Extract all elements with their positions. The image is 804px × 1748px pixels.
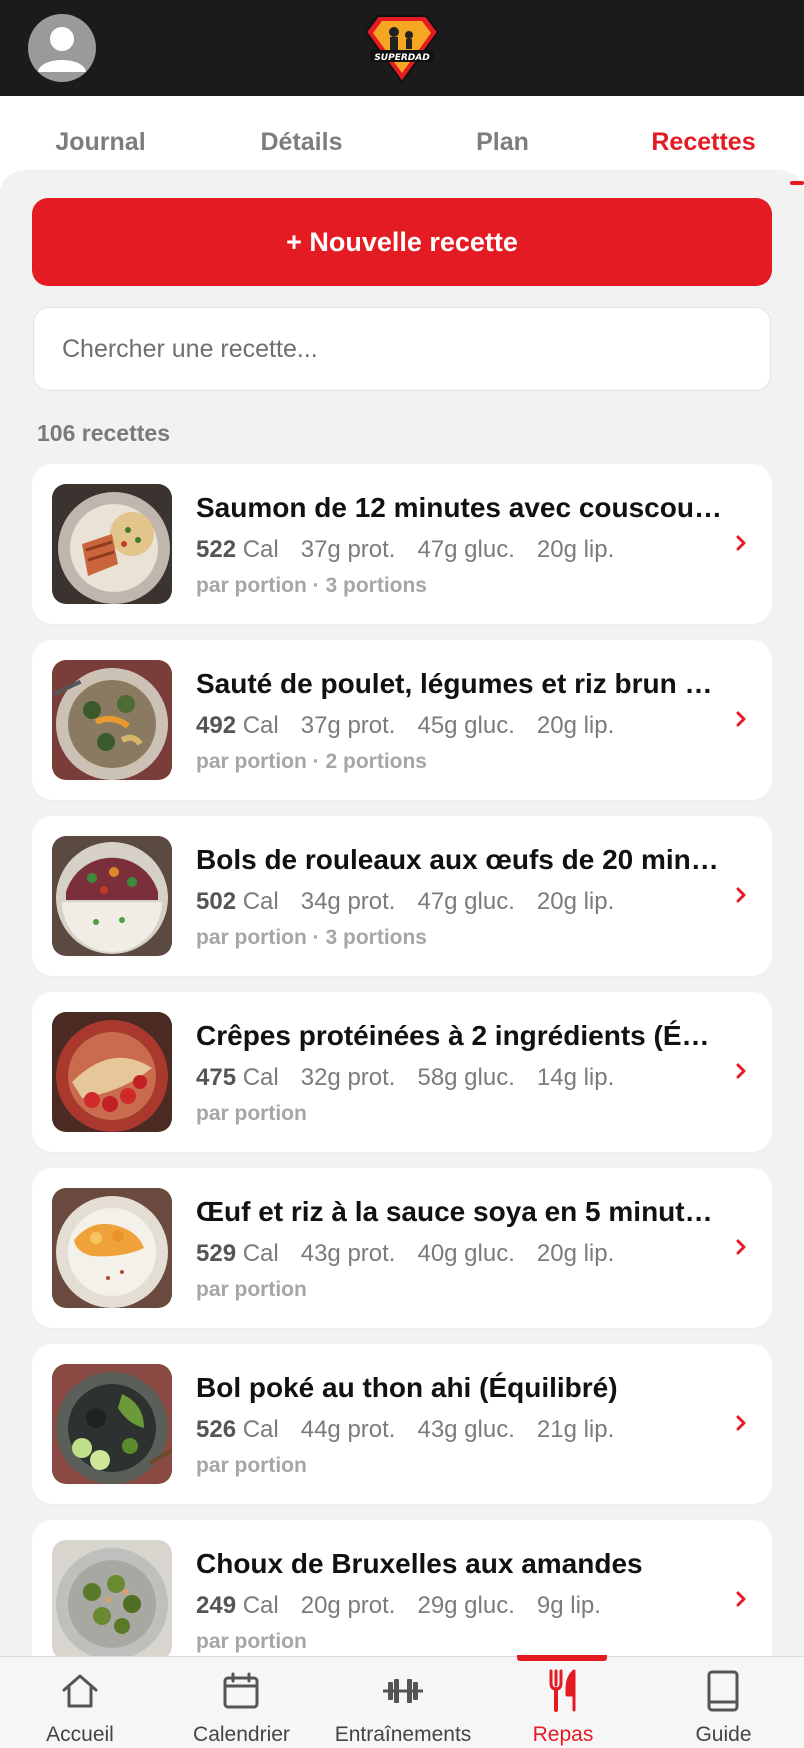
book-icon [707, 1670, 739, 1712]
user-icon [38, 27, 86, 72]
recipe-title: Crêpes protéinées à 2 ingrédients (Équil… [196, 1020, 726, 1051]
chevron-right-icon [736, 1591, 746, 1607]
recipe-card[interactable]: Choux de Bruxelles aux amandes 249 Cal 20… [32, 1520, 772, 1656]
nav-label: Calendrier [193, 1723, 290, 1746]
bottom-nav: Accueil Calendrier Entraînements Repas G… [0, 1656, 804, 1748]
recipe-card[interactable]: Bols de rouleaux aux œufs de 20 minutes … [32, 816, 772, 976]
recipe-portion: par portion [196, 1102, 307, 1125]
nav-label: Entraînements [334, 1723, 472, 1746]
recipe-macros: 492 Cal 37g prot. 45g gluc. 20g lip. [196, 712, 615, 739]
recipe-card[interactable]: Crêpes protéinées à 2 ingrédients (Équil… [32, 992, 772, 1152]
svg-text:SUPERDAD: SUPERDAD [374, 53, 430, 63]
recipe-thumbnail-poke-bowl [52, 1364, 172, 1484]
recipe-thumbnail-chicken-stirfry [52, 660, 172, 780]
nav-entrainements[interactable]: Entraînements [323, 1657, 483, 1748]
recipes-panel: + Nouvelle recette 106 recettes Saumon d… [0, 170, 804, 1656]
chevron-right-icon [736, 711, 746, 727]
top-bar: SUPERDAD [0, 0, 804, 96]
chevron-right-icon [736, 887, 746, 903]
recipe-thumbnail-brussels-sprouts [52, 1540, 172, 1656]
recipe-card[interactable]: Saumon de 12 minutes avec couscous à la … [32, 464, 772, 624]
home-icon [62, 1674, 98, 1708]
recipe-thumbnail-egg-rice [52, 1188, 172, 1308]
recipe-macros: 529 Cal 43g prot. 40g gluc. 20g lip. [196, 1240, 615, 1267]
nav-guide[interactable]: Guide [643, 1657, 804, 1748]
new-recipe-button[interactable]: + Nouvelle recette [32, 198, 772, 286]
recipe-macros: 502 Cal 34g prot. 47g gluc. 20g lip. [196, 888, 615, 915]
active-nav-indicator [517, 1655, 607, 1661]
superdad-logo-icon: SUPERDAD [364, 15, 440, 84]
recipe-macros: 526 Cal 44g prot. 43g gluc. 21g lip. [196, 1416, 615, 1443]
recipe-macros: 522 Cal 37g prot. 47g gluc. 20g lip. [196, 536, 615, 563]
avatar[interactable] [28, 14, 96, 82]
chevron-right-icon [736, 1239, 746, 1255]
dumbbell-icon [383, 1679, 423, 1703]
recipe-title: Sauté de poulet, légumes et riz brun en … [196, 668, 726, 699]
recipe-title: Bol poké au thon ahi (Équilibré) [196, 1372, 618, 1403]
recipe-portion: par portion · 2 portions [196, 750, 427, 773]
recipe-search-input[interactable] [33, 307, 771, 391]
recipe-title: Œuf et riz à la sauce soya en 5 minutes … [196, 1196, 726, 1227]
recipe-thumbnail-salmon-couscous [52, 484, 172, 604]
app-logo[interactable]: SUPERDAD [364, 12, 440, 84]
recipe-portion: par portion · 3 portions [196, 926, 427, 949]
chevron-right-icon [736, 1063, 746, 1079]
recipe-portion: par portion · 3 portions [196, 574, 427, 597]
nav-label: Guide [695, 1723, 752, 1746]
recipe-title: Choux de Bruxelles aux amandes [196, 1548, 643, 1579]
nav-calendrier[interactable]: Calendrier [160, 1657, 323, 1748]
nav-repas[interactable]: Repas [483, 1657, 643, 1748]
fork-knife-icon [549, 1669, 576, 1712]
recipe-macros: 475 Cal 32g prot. 58g gluc. 14g lip. [196, 1064, 615, 1091]
recipe-thumbnail-egg-roll-bowl [52, 836, 172, 956]
recipe-card[interactable]: Bol poké au thon ahi (Équilibré) 526 Cal… [32, 1344, 772, 1504]
recipe-card[interactable]: Œuf et riz à la sauce soya en 5 minutes … [32, 1168, 772, 1328]
calendar-icon [223, 1672, 259, 1709]
nav-accueil[interactable]: Accueil [0, 1657, 160, 1748]
nav-label: Repas [532, 1723, 594, 1746]
nav-label: Accueil [46, 1723, 114, 1746]
recipe-portion: par portion [196, 1278, 307, 1301]
recipe-count: 106 recettes [37, 420, 170, 446]
recipe-title: Bols de rouleaux aux œufs de 20 minutes [196, 844, 726, 875]
recipe-macros: 249 Cal 20g prot. 29g gluc. 9g lip. [196, 1592, 601, 1619]
recipe-thumbnail-protein-crepes [52, 1012, 172, 1132]
active-tab-indicator [790, 181, 804, 185]
chevron-right-icon [736, 535, 746, 551]
recipe-title: Saumon de 12 minutes avec couscous à la … [196, 492, 726, 523]
chevron-right-icon [736, 1415, 746, 1431]
recipe-portion: par portion [196, 1454, 307, 1477]
recipe-card[interactable]: Sauté de poulet, légumes et riz brun en … [32, 640, 772, 800]
recipe-portion: par portion [196, 1630, 307, 1653]
